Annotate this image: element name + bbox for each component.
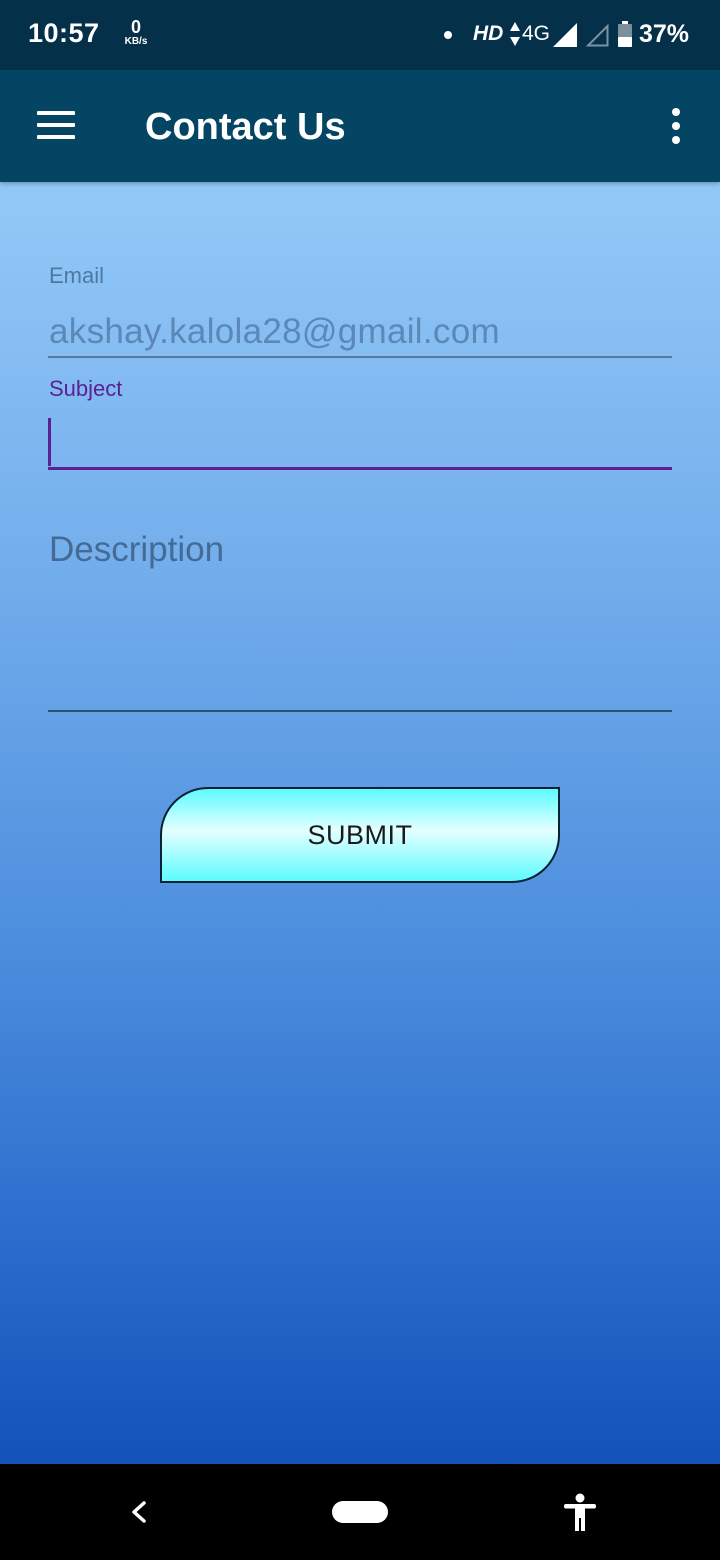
text-cursor: [48, 418, 51, 466]
status-time: 10:57: [28, 18, 100, 48]
page-title: Contact Us: [145, 106, 346, 148]
accessibility-icon[interactable]: [562, 1493, 598, 1531]
hd-voice-label: HD: [473, 22, 504, 45]
network-speed-value: 0: [130, 17, 141, 37]
signal-full-icon: [553, 23, 577, 47]
email-field[interactable]: akshay.kalola28@gmail.com: [49, 312, 500, 352]
app-bar: Contact Us: [0, 70, 720, 182]
notification-dot-icon: [444, 31, 452, 39]
network-speed-unit: KB/s: [124, 36, 148, 47]
network-speed: 0 KB/s: [118, 18, 154, 47]
hamburger-menu-icon[interactable]: [37, 111, 75, 139]
description-input[interactable]: [48, 522, 672, 712]
home-pill-icon[interactable]: [332, 1501, 388, 1523]
subject-label: Subject: [49, 376, 123, 401]
battery-percent: 37%: [639, 20, 690, 48]
network-type: 4G: [522, 22, 551, 45]
email-field-underline: [48, 356, 672, 358]
email-label: Email: [49, 263, 105, 288]
data-arrows-icon: [510, 22, 520, 46]
signal-empty-icon: [585, 23, 609, 47]
back-icon[interactable]: [128, 1499, 150, 1525]
system-navigation-bar: [0, 1464, 720, 1560]
status-bar: 10:57 0 KB/s HD 4G 37%: [0, 0, 720, 70]
submit-button[interactable]: SUBMIT: [160, 787, 560, 883]
overflow-menu-icon[interactable]: [664, 108, 688, 144]
contact-form: Email akshay.kalola28@gmail.com Subject …: [0, 182, 720, 1464]
subject-input[interactable]: [48, 414, 672, 470]
battery-icon: [618, 21, 632, 47]
